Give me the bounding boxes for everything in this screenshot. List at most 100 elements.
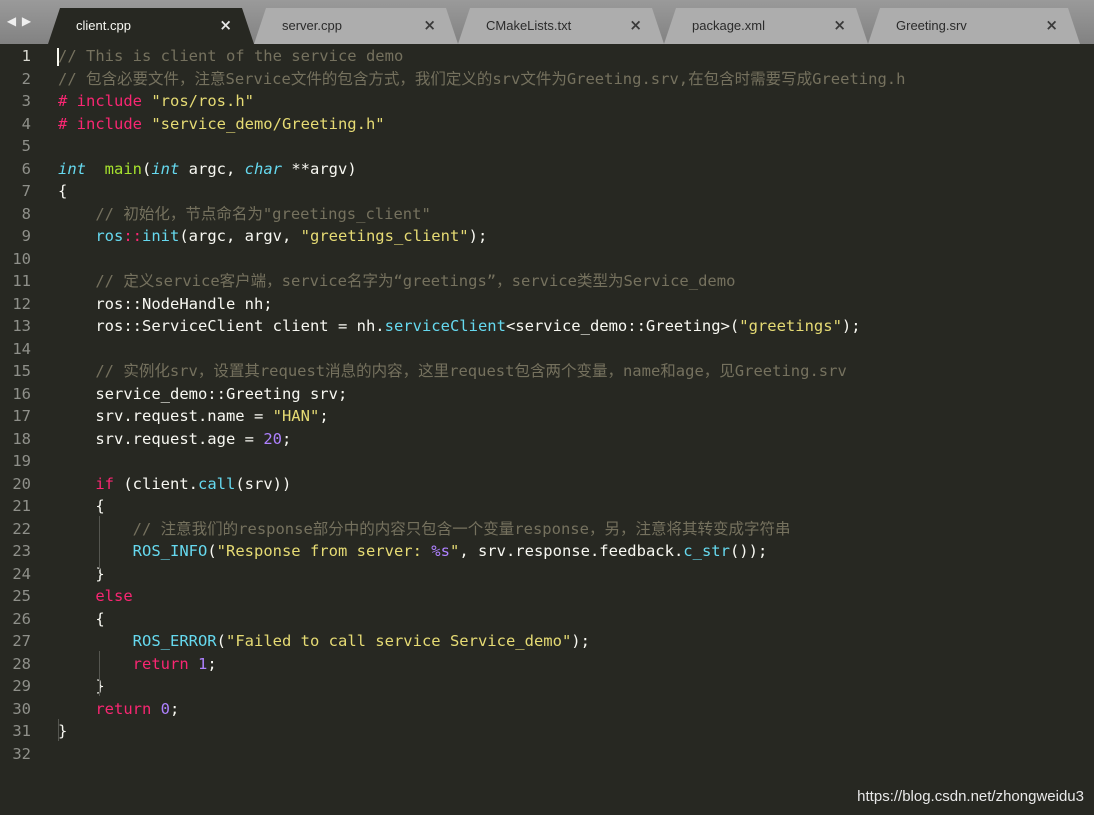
code-token: } bbox=[58, 677, 105, 695]
code-editor[interactable]: 1 2 3 4 5 6 7 8 9 10 11 12 13 14 15 16 17 18 19 20 21 22 23 24 2… bbox=[0, 44, 1094, 815]
line-number: 17 bbox=[12, 407, 31, 425]
forward-arrow-icon[interactable]: ▶ bbox=[19, 14, 34, 28]
code-token: return bbox=[132, 654, 189, 673]
code-token: // 注意我们的response部分中的内容只包含一个变量response，另，… bbox=[132, 519, 791, 538]
line-number: 14 bbox=[12, 339, 31, 358]
code-token: ros::ServiceClient client = nh. bbox=[58, 317, 385, 335]
code-token: %s bbox=[431, 542, 450, 560]
line-number: 29 bbox=[12, 677, 31, 695]
close-tab-icon[interactable]: × bbox=[629, 16, 642, 34]
code-line: return 1; bbox=[58, 653, 217, 676]
code-token: c_str bbox=[683, 542, 730, 560]
code-token: char bbox=[244, 159, 282, 178]
line-number: 7 bbox=[21, 182, 31, 200]
code-token: { bbox=[58, 182, 68, 200]
close-tab-icon[interactable]: × bbox=[423, 16, 436, 34]
line-number: 9 bbox=[21, 227, 31, 245]
code-line: srv.request.name = "HAN"; bbox=[58, 405, 328, 428]
tab-label: client.cpp bbox=[76, 18, 131, 33]
tab-cmakelists-txt[interactable]: CMakeLists.txt × bbox=[458, 8, 664, 44]
code-token: <service_demo::Greeting>( bbox=[505, 317, 740, 335]
code-token: **argv) bbox=[282, 159, 357, 178]
line-number: 16 bbox=[12, 384, 31, 403]
code-token: (srv)) bbox=[235, 474, 292, 493]
line-number: 20 bbox=[12, 474, 31, 493]
code-token: init bbox=[142, 227, 180, 245]
code-line: // This is client of the service demo bbox=[58, 45, 403, 68]
code-line: } bbox=[58, 720, 67, 743]
tab-label: server.cpp bbox=[282, 18, 342, 33]
code-line: # include "ros/ros.h" bbox=[58, 90, 254, 113]
code-token: else bbox=[95, 587, 133, 605]
code-token: // 初始化，节点命名为"greetings_client" bbox=[95, 204, 431, 223]
line-number: 10 bbox=[12, 249, 31, 268]
code-token: ); bbox=[571, 632, 590, 650]
code-token: "ros/ros.h" bbox=[151, 92, 254, 110]
code-token: // 实例化srv，设置其request消息的内容，这里request包含两个变… bbox=[95, 362, 847, 380]
line-number: 13 bbox=[12, 317, 31, 335]
code-line: ros::ServiceClient client = nh.serviceCl… bbox=[58, 315, 860, 338]
code-token: // 包含必要文件，注意Service文件的包含方式，我们定义的srv文件为Gr… bbox=[58, 69, 906, 88]
code-token: { bbox=[58, 497, 105, 515]
code-line: ROS_ERROR("Failed to call service Servic… bbox=[58, 630, 590, 653]
tab-package-xml[interactable]: package.xml × bbox=[664, 8, 868, 44]
line-number: 5 bbox=[21, 137, 31, 155]
code-token: call bbox=[198, 474, 236, 493]
code-token: ; bbox=[281, 429, 292, 448]
code-line: ROS_INFO("Response from server: %s", srv… bbox=[58, 540, 768, 563]
back-arrow-icon[interactable]: ◀ bbox=[4, 14, 19, 28]
code-token: (client. bbox=[114, 474, 198, 493]
code-line: return 0; bbox=[58, 698, 179, 721]
tab-client-cpp[interactable]: client.cpp × bbox=[48, 8, 254, 44]
code-token: 0 bbox=[160, 699, 171, 718]
code-token: ROS_ERROR bbox=[132, 632, 217, 650]
code-line: // 定义service客户端，service名字为“greetings”，se… bbox=[58, 270, 735, 293]
editor-window: ◀ ▶ client.cpp × server.cpp × CMakeLists.… bbox=[0, 0, 1094, 815]
close-tab-icon[interactable]: × bbox=[219, 16, 232, 34]
code-line: // 包含必要文件，注意Service文件的包含方式，我们定义的srv文件为Gr… bbox=[58, 68, 905, 91]
code-token: # include bbox=[58, 114, 152, 133]
indent-guide bbox=[99, 651, 100, 696]
tab-server-cpp[interactable]: server.cpp × bbox=[254, 8, 458, 44]
line-number: 6 bbox=[21, 159, 31, 178]
code-token: "Response from server: bbox=[216, 542, 432, 560]
code-token: ROS_INFO bbox=[132, 542, 208, 560]
tab-bar: ◀ ▶ client.cpp × server.cpp × CMakeLists.… bbox=[0, 0, 1094, 44]
tab-navigation: ◀ ▶ bbox=[4, 14, 40, 30]
code-token: if bbox=[95, 474, 114, 493]
close-tab-icon[interactable]: × bbox=[833, 16, 846, 34]
line-number: 27 bbox=[12, 632, 31, 650]
code-token: serviceClient bbox=[384, 317, 506, 335]
close-tab-icon[interactable]: × bbox=[1045, 16, 1058, 34]
code-token: ( bbox=[142, 159, 152, 178]
line-number: 19 bbox=[12, 452, 31, 470]
line-number: 32 bbox=[12, 744, 31, 763]
code-token: main bbox=[104, 159, 142, 178]
code-token: "greetings" bbox=[739, 317, 842, 335]
code-line: // 实例化srv，设置其request消息的内容，这里request包含两个变… bbox=[58, 360, 847, 383]
code-line: service_demo::Greeting srv; bbox=[58, 383, 347, 406]
code-line: int main(int argc, char **argv) bbox=[58, 158, 357, 181]
code-token: "service_demo/Greeting.h" bbox=[151, 114, 385, 133]
code-token: { bbox=[58, 609, 105, 628]
code-token: ( bbox=[216, 632, 226, 650]
code-token: // 定义service客户端，service名字为“greetings”，se… bbox=[95, 272, 736, 290]
code-token: "greetings_client" bbox=[300, 227, 469, 245]
code-token: service_demo::Greeting srv; bbox=[58, 384, 348, 403]
line-number: 23 bbox=[12, 542, 31, 560]
line-number: 15 bbox=[12, 362, 31, 380]
code-token: // This is client of the service demo bbox=[58, 47, 404, 65]
tab-greeting-srv[interactable]: Greeting.srv × bbox=[868, 8, 1080, 44]
code-line: if (client.call(srv)) bbox=[58, 473, 291, 496]
code-line: { bbox=[58, 495, 105, 518]
code-line: } bbox=[58, 675, 105, 698]
code-line: } bbox=[58, 563, 104, 586]
